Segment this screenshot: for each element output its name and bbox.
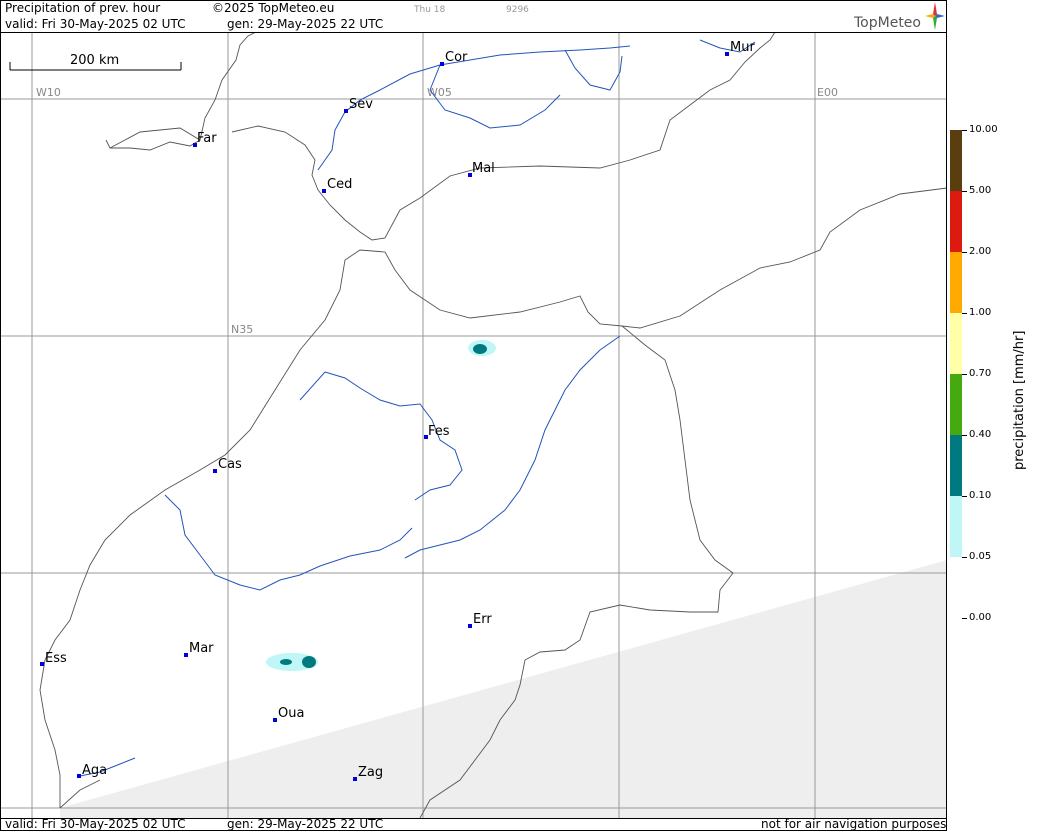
grid-label-w10: W10	[36, 86, 61, 99]
city-label-cor: Cor	[445, 50, 468, 65]
legend-color-segment	[950, 496, 962, 557]
legend-color-segment	[950, 374, 962, 435]
generated-time: gen: 29-May-2025 22 UTC	[227, 17, 384, 31]
city-marker	[725, 52, 729, 56]
legend-level-label: 2.00	[969, 246, 992, 257]
city-label-ess: Ess	[45, 651, 67, 666]
city-label-aga: Aga	[82, 763, 107, 778]
legend-color-segment	[950, 252, 962, 313]
legend-level-label: 0.00	[969, 612, 992, 623]
city-marker	[213, 469, 217, 473]
faint-code-text: 9296	[506, 5, 529, 15]
footer-valid-time: valid: Fri 30-May-2025 02 UTC	[5, 817, 186, 831]
legend-color-bar	[950, 130, 962, 558]
map-title: Precipitation of prev. hour	[5, 1, 161, 15]
legend-level-label: 0.70	[969, 368, 992, 379]
city-marker	[468, 624, 472, 628]
copyright-text: ©2025 TopMeteo.eu	[212, 1, 335, 15]
legend-level-label: 1.00	[969, 307, 992, 318]
legend-tick	[962, 374, 967, 375]
precipitation-legend	[950, 130, 962, 558]
legend-tick	[962, 618, 967, 619]
no-data-region	[60, 560, 947, 818]
legend-tick	[962, 557, 967, 558]
city-label-err: Err	[473, 612, 492, 627]
city-marker	[353, 777, 357, 781]
scale-label: 200 km	[70, 53, 119, 68]
legend-tick	[962, 191, 967, 192]
legend-color-segment	[950, 313, 962, 374]
legend-level-label: 10.00	[969, 124, 998, 135]
grid-label-e00: E00	[817, 86, 838, 99]
city-label-sev: Sev	[349, 97, 373, 112]
legend-tick	[962, 130, 967, 131]
city-marker	[184, 653, 188, 657]
city-marker	[440, 62, 444, 66]
grid-label-n35: N35	[231, 323, 253, 336]
legend-color-segment	[950, 130, 962, 191]
city-label-mar: Mar	[189, 641, 214, 656]
city-marker	[344, 109, 348, 113]
city-label-far: Far	[197, 131, 217, 146]
precipitation-cells	[266, 340, 496, 671]
city-marker	[273, 718, 277, 722]
city-marker	[77, 774, 81, 778]
legend-color-segment	[950, 191, 962, 252]
topmeteo-logo	[925, 2, 945, 30]
legend-tick	[962, 496, 967, 497]
city-label-fes: Fes	[428, 424, 450, 439]
legend-level-label: 0.10	[969, 490, 992, 501]
scale-bar: 200 km	[9, 53, 182, 71]
compass-star-icon	[925, 2, 945, 30]
city-label-oua: Oua	[278, 706, 304, 721]
valid-time: valid: Fri 30-May-2025 02 UTC	[5, 17, 186, 31]
legend-level-label: 5.00	[969, 185, 992, 196]
legend-tick	[962, 435, 967, 436]
city-label-ced: Ced	[327, 177, 352, 192]
faint-day-text: Thu 18	[414, 5, 446, 15]
city-label-mal: Mal	[472, 161, 495, 176]
legend-level-label: 0.05	[969, 551, 992, 562]
city-label-mur: Mur	[730, 40, 755, 55]
city-label-cas: Cas	[218, 457, 242, 472]
legend-level-label: 0.40	[969, 429, 992, 440]
footer-generated-time: gen: 29-May-2025 22 UTC	[227, 817, 384, 831]
legend-tick	[962, 252, 967, 253]
logo-text: TopMeteo	[854, 15, 921, 31]
header-divider	[0, 32, 947, 33]
map-area[interactable]: W10 W05 E00 N35 200 km Cor Mur Sev Far M…	[0, 32, 947, 818]
map-canvas: W10 W05 E00 N35 200 km Cor Mur Sev Far M…	[0, 32, 947, 818]
legend-tick	[962, 313, 967, 314]
city-marker	[322, 189, 326, 193]
legend-color-segment	[950, 435, 962, 496]
city-marker	[40, 662, 44, 666]
city-label-zag: Zag	[358, 765, 383, 780]
disclaimer-text: not for air navigation purposes	[761, 817, 947, 831]
legend-title: precipitation [mm/hr]	[1012, 330, 1027, 470]
